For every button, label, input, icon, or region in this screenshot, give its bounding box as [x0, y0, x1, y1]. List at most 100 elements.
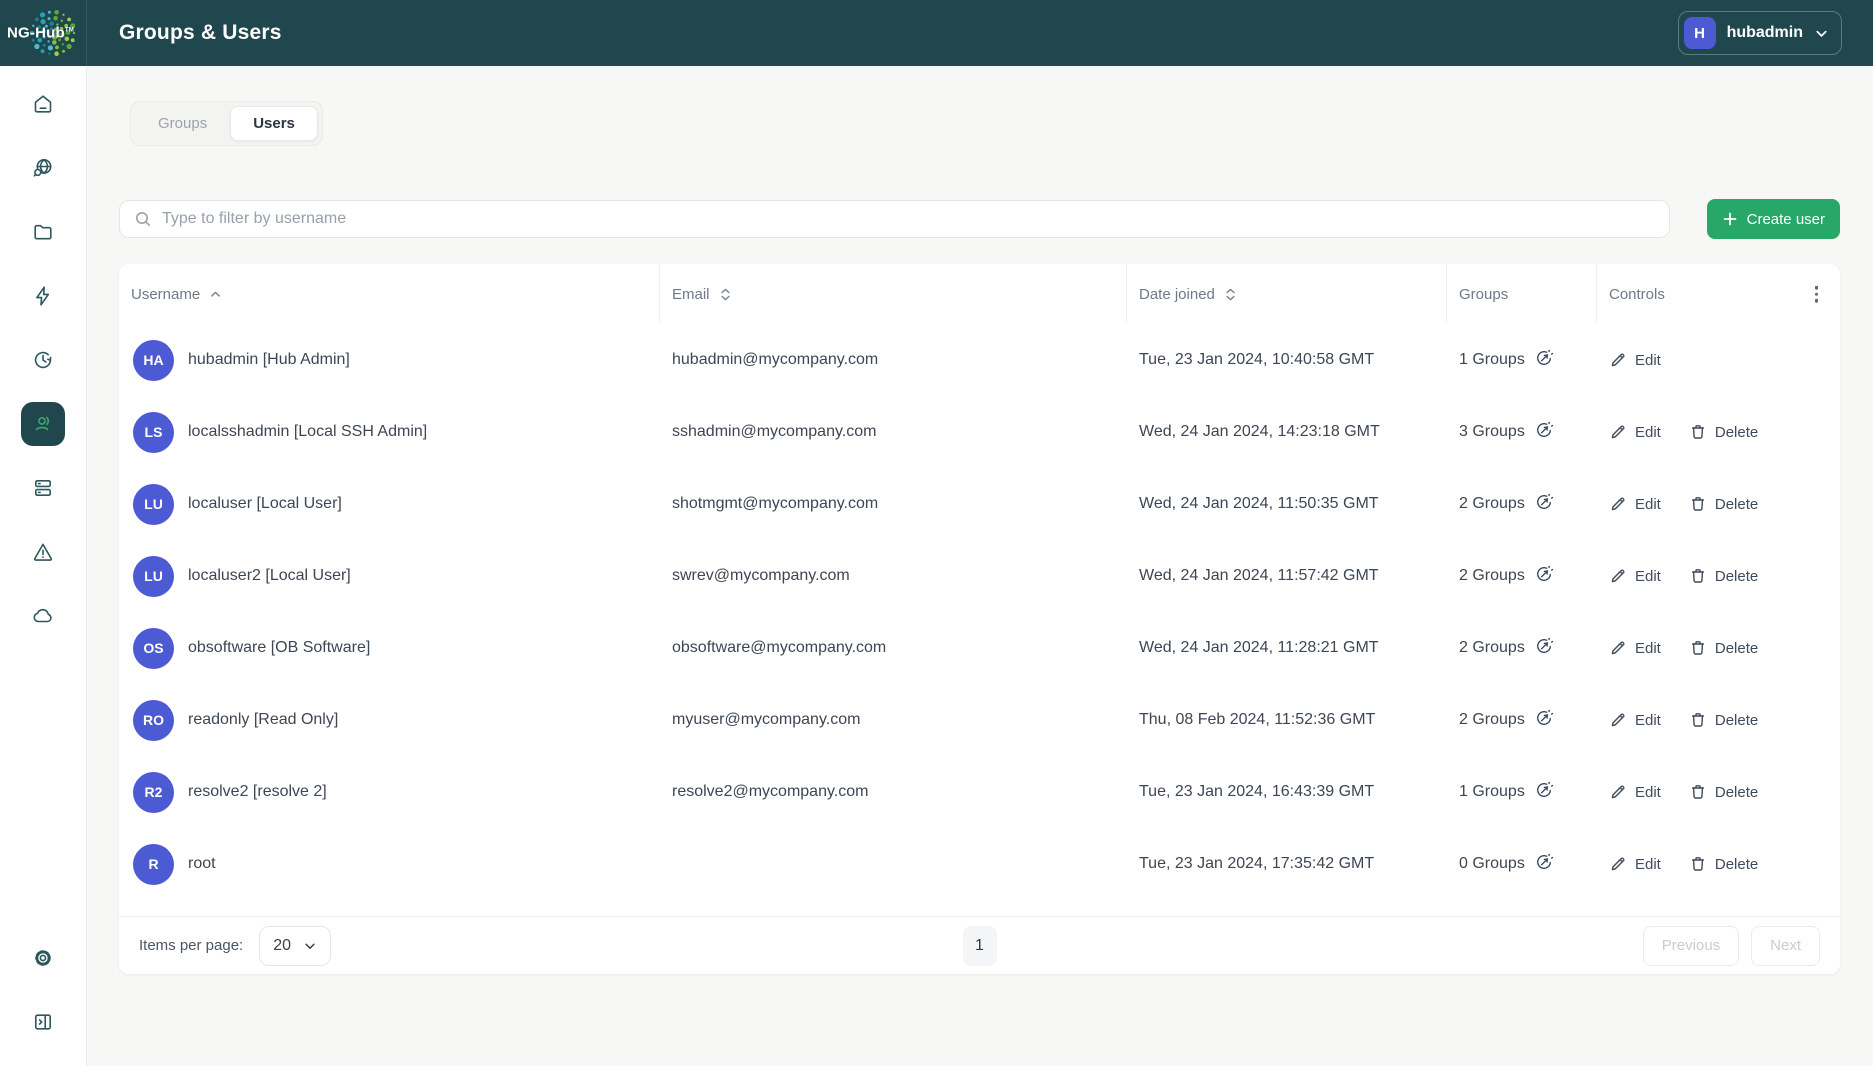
- username-text: localuser [Local User]: [188, 495, 342, 513]
- table-row: HA hubadmin [Hub Admin] hubadmin@mycompa…: [119, 324, 1840, 396]
- date-joined-text: Wed, 24 Jan 2024, 11:57:42 GMT: [1127, 567, 1447, 585]
- sidebar-item-settings[interactable]: [21, 936, 65, 980]
- trash-icon: [1689, 567, 1707, 585]
- edit-button[interactable]: Edit: [1609, 567, 1661, 585]
- edit-button[interactable]: Edit: [1609, 855, 1661, 873]
- items-per-page-select[interactable]: 20: [259, 926, 331, 966]
- groups-count-text: 2 Groups: [1459, 567, 1525, 585]
- groups-count-text: 2 Groups: [1459, 639, 1525, 657]
- date-joined-text: Tue, 23 Jan 2024, 16:43:39 GMT: [1127, 783, 1447, 801]
- username-text: obsoftware [OB Software]: [188, 639, 370, 657]
- groups-gauge-icon[interactable]: [1534, 348, 1554, 373]
- pencil-icon: [1609, 711, 1627, 729]
- warning-triangle-icon: [31, 540, 55, 564]
- user-avatar: H: [1684, 17, 1716, 49]
- sidebar-item-users[interactable]: [21, 402, 65, 446]
- delete-button[interactable]: Delete: [1689, 855, 1758, 873]
- tab-groups[interactable]: Groups: [135, 106, 230, 141]
- delete-button[interactable]: Delete: [1689, 639, 1758, 657]
- email-text: sshadmin@mycompany.com: [660, 423, 1127, 441]
- groups-gauge-icon[interactable]: [1534, 708, 1554, 733]
- trash-icon: [1689, 711, 1707, 729]
- delete-button[interactable]: Delete: [1689, 423, 1758, 441]
- avatar: OS: [133, 628, 174, 669]
- column-header-username[interactable]: Username: [119, 264, 660, 324]
- table-options-kebab-icon[interactable]: [1809, 280, 1825, 309]
- sidebar-item-history[interactable]: [21, 338, 65, 382]
- delete-button[interactable]: Delete: [1689, 567, 1758, 585]
- sidebar-nav: [0, 66, 87, 1066]
- home-icon: [31, 92, 55, 116]
- column-header-date-joined[interactable]: Date joined: [1127, 264, 1447, 324]
- column-header-email[interactable]: Email: [660, 264, 1127, 324]
- avatar: RO: [133, 700, 174, 741]
- main-content: Groups Users Create user Username Email …: [87, 66, 1873, 1066]
- edit-button[interactable]: Edit: [1609, 351, 1661, 369]
- delete-button[interactable]: Delete: [1689, 783, 1758, 801]
- sidebar-item-alerts[interactable]: [21, 530, 65, 574]
- groups-gauge-icon[interactable]: [1534, 780, 1554, 805]
- pencil-icon: [1609, 855, 1627, 873]
- edit-button[interactable]: Edit: [1609, 495, 1661, 513]
- table-body: HA hubadmin [Hub Admin] hubadmin@mycompa…: [119, 324, 1840, 916]
- groups-gauge-icon[interactable]: [1534, 420, 1554, 445]
- edit-button[interactable]: Edit: [1609, 639, 1661, 657]
- search-input[interactable]: [162, 210, 1655, 228]
- table-footer: Items per page: 20 1 Previous Next: [119, 916, 1840, 974]
- username-text: localsshadmin [Local SSH Admin]: [188, 423, 427, 441]
- edit-button[interactable]: Edit: [1609, 711, 1661, 729]
- folder-icon: [31, 220, 55, 244]
- groups-count-text: 3 Groups: [1459, 423, 1525, 441]
- previous-page-button[interactable]: Previous: [1643, 926, 1739, 966]
- username-filter: [119, 200, 1670, 238]
- groups-count-text: 1 Groups: [1459, 783, 1525, 801]
- chevron-down-icon: [1814, 26, 1829, 41]
- trash-icon: [1689, 639, 1707, 657]
- items-per-page-label: Items per page:: [139, 937, 243, 954]
- next-page-button[interactable]: Next: [1751, 926, 1820, 966]
- sidebar-item-home[interactable]: [21, 82, 65, 126]
- user-menu-username: hubadmin: [1727, 24, 1803, 42]
- email-text: hubadmin@mycompany.com: [660, 351, 1127, 369]
- groups-count-text: 2 Groups: [1459, 711, 1525, 729]
- groups-count-text: 2 Groups: [1459, 495, 1525, 513]
- sidebar-item-actions[interactable]: [21, 274, 65, 318]
- sort-both-icon: [719, 287, 732, 302]
- username-text: hubadmin [Hub Admin]: [188, 351, 350, 369]
- table-row: OS obsoftware [OB Software] obsoftware@m…: [119, 612, 1840, 684]
- sidebar-item-folders[interactable]: [21, 210, 65, 254]
- edit-button[interactable]: Edit: [1609, 783, 1661, 801]
- groups-count-text: 1 Groups: [1459, 351, 1525, 369]
- trash-icon: [1689, 783, 1707, 801]
- cloud-icon: [31, 604, 55, 628]
- tab-users[interactable]: Users: [230, 106, 318, 141]
- groups-gauge-icon[interactable]: [1534, 492, 1554, 517]
- edit-button[interactable]: Edit: [1609, 423, 1661, 441]
- plus-icon: [1722, 211, 1738, 227]
- pencil-icon: [1609, 783, 1627, 801]
- page-number-button[interactable]: 1: [963, 926, 997, 966]
- delete-button[interactable]: Delete: [1689, 711, 1758, 729]
- groups-count-text: 0 Groups: [1459, 855, 1525, 873]
- app-logo: NG-HubTM: [0, 0, 87, 66]
- servers-icon: [31, 476, 55, 500]
- sidebar-item-collapse-panel[interactable]: [21, 1000, 65, 1044]
- avatar: R: [133, 844, 174, 885]
- email-text: shotmgmt@mycompany.com: [660, 495, 1127, 513]
- delete-button[interactable]: Delete: [1689, 495, 1758, 513]
- sidebar-item-discovery[interactable]: [21, 146, 65, 190]
- pencil-icon: [1609, 639, 1627, 657]
- sidebar-item-servers[interactable]: [21, 466, 65, 510]
- avatar: HA: [133, 340, 174, 381]
- groups-gauge-icon[interactable]: [1534, 852, 1554, 877]
- lightning-icon: [31, 284, 55, 308]
- groups-gauge-icon[interactable]: [1534, 564, 1554, 589]
- trash-icon: [1689, 423, 1707, 441]
- groups-gauge-icon[interactable]: [1534, 636, 1554, 661]
- create-user-button[interactable]: Create user: [1707, 199, 1840, 239]
- page-title: Groups & Users: [119, 21, 282, 45]
- sidebar-item-cloud[interactable]: [21, 594, 65, 638]
- user-menu[interactable]: H hubadmin: [1678, 11, 1842, 55]
- email-text: resolve2@mycompany.com: [660, 783, 1127, 801]
- table-row: R2 resolve2 [resolve 2] resolve2@mycompa…: [119, 756, 1840, 828]
